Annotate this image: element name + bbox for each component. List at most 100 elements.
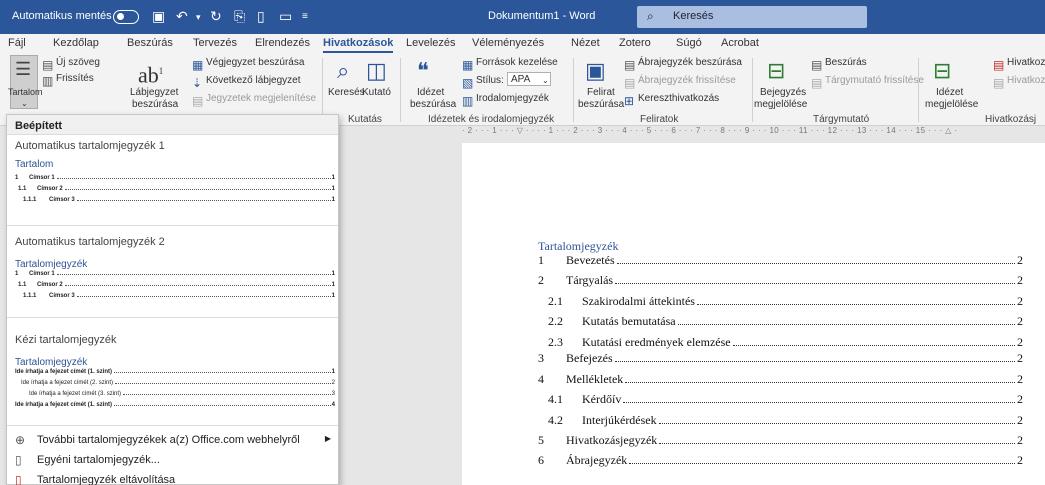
cross-reference-button[interactable]: Kereszthivatkozás bbox=[638, 93, 719, 105]
style-icon: ▧ bbox=[462, 76, 474, 90]
open-folder-icon[interactable]: ▭ bbox=[279, 8, 292, 25]
insert-table-of-authorities-button[interactable]: Hivatkoz bbox=[1007, 57, 1045, 69]
toc-entry[interactable]: 2.3 Kutatási eredmények elemzése 2 bbox=[548, 335, 1023, 350]
tab-view[interactable]: Nézet bbox=[571, 37, 600, 49]
tab-references[interactable]: Hivatkozások bbox=[323, 37, 394, 53]
tab-mailings[interactable]: Levelezés bbox=[406, 37, 456, 49]
researcher-button[interactable]: Kutató bbox=[362, 87, 391, 99]
auto-toc-2-heading: Automatikus tartalomjegyzék 2 bbox=[15, 236, 165, 248]
insert-index-button[interactable]: Beszúrás bbox=[825, 57, 867, 69]
auto-toc-2-preview[interactable]: Tartalomjegyzék 1 Címsor 11 1.1 Címsor 21 … bbox=[15, 259, 335, 341]
undo-icon[interactable]: ↶ bbox=[176, 8, 188, 25]
style-label: Stílus: bbox=[476, 75, 504, 86]
cross-reference-icon: ⊞ bbox=[624, 94, 635, 108]
toc-entry-number: 4 bbox=[538, 372, 544, 386]
toc-entry-text: Szakirodalmi áttekintés bbox=[582, 294, 695, 308]
manage-sources-button[interactable]: Források kezelése bbox=[476, 57, 558, 69]
bibliography-button[interactable]: Irodalomjegyzék bbox=[476, 93, 549, 105]
toc-heading: Tartalomjegyzék bbox=[538, 239, 619, 253]
toc-entry-text: Kutatás bemutatása bbox=[582, 314, 676, 328]
tab-acrobat[interactable]: Acrobat bbox=[721, 37, 759, 49]
remove-toc-item[interactable]: ▯ Tartalomjegyzék eltávolítása bbox=[15, 471, 335, 485]
insert-caption-label[interactable]: Felirat bbox=[587, 87, 615, 99]
format-painter-icon[interactable]: ⎘ bbox=[234, 8, 245, 25]
tab-help[interactable]: Súgó bbox=[676, 37, 702, 49]
manual-toc-preview[interactable]: Tartalomjegyzék Ide írhatja a fejezet cí… bbox=[15, 357, 335, 439]
update-table-of-authorities-button[interactable]: Hivatkoz bbox=[1007, 75, 1045, 87]
toc-entry[interactable]: 5 Hivatkozásjegyzék 2 bbox=[538, 433, 1023, 448]
toc-entry[interactable]: 2.1 Szakirodalmi áttekintés 2 bbox=[548, 294, 1023, 309]
toc-entry[interactable]: 2 Tárgyalás 2 bbox=[538, 273, 1023, 288]
customize-toolbar-icon[interactable]: ≡ bbox=[302, 11, 308, 22]
insert-citation-label[interactable]: Idézet bbox=[417, 87, 444, 99]
tab-file[interactable]: Fájl bbox=[8, 37, 26, 49]
toc-entry[interactable]: 4.2 Interjúkérdések 2 bbox=[548, 413, 1023, 428]
update-text-button[interactable]: Új szöveg bbox=[56, 57, 100, 69]
bibliography-icon: ▥ bbox=[462, 94, 474, 108]
divider bbox=[7, 225, 338, 226]
auto-toc-1-heading: Automatikus tartalomjegyzék 1 bbox=[15, 140, 165, 152]
endnote-button[interactable]: Végjegyzet beszúrása bbox=[206, 57, 304, 69]
custom-toc-item[interactable]: ▯ Egyéni tartalomjegyzék... bbox=[15, 451, 335, 471]
auto-toc-1-title: Tartalom bbox=[15, 159, 54, 170]
toc-entry[interactable]: 6 Ábrajegyzék 2 bbox=[538, 453, 1023, 468]
smart-search-button[interactable]: Keresés bbox=[328, 87, 365, 99]
toc-entry[interactable]: 1 Bevezetés 2 bbox=[538, 253, 1023, 268]
footnote-label[interactable]: Lábjegyzet bbox=[130, 87, 178, 99]
tab-home[interactable]: Kezdőlap bbox=[53, 37, 99, 49]
auto-toc-1-preview[interactable]: Tartalom 1 Címsor 11 1.1 Címsor 21 1.1.1 Cí… bbox=[15, 159, 335, 241]
group-separator bbox=[573, 58, 574, 122]
toc-leader-dots bbox=[677, 324, 1015, 325]
toc-leader-dots bbox=[616, 263, 1015, 264]
search-box[interactable]: ⌕ Keresés bbox=[637, 6, 867, 28]
undo-dropdown-icon[interactable]: ▾ bbox=[196, 12, 201, 23]
autosave-toggle[interactable] bbox=[113, 10, 139, 24]
document-page[interactable]: Tartalomjegyzék 1 Bevezetés 2 2 Tárgyalás 2 2.… bbox=[462, 143, 1045, 485]
insert-table-of-figures-button[interactable]: Ábrajegyzék beszúrása bbox=[638, 57, 742, 69]
tab-zotero[interactable]: Zotero bbox=[619, 37, 651, 49]
update-table-of-figures-button[interactable]: Ábrajegyzék frissítése bbox=[638, 75, 736, 87]
toc-leader-dots bbox=[659, 443, 1015, 444]
redo-icon[interactable]: ↻ bbox=[210, 8, 222, 25]
more-online-tocs-item[interactable]: ⊕ További tartalomjegyzékek a(z) Office.… bbox=[15, 431, 335, 451]
tab-layout[interactable]: Elrendezés bbox=[255, 37, 310, 49]
footnote-label-2[interactable]: beszúrása bbox=[132, 99, 178, 111]
custom-toc-label: Egyéni tartalomjegyzék... bbox=[37, 454, 160, 466]
toc-entry[interactable]: 4.1 Kérdőív 2 bbox=[548, 392, 1023, 407]
preview-entry: 1.1 Címsor 21 bbox=[18, 186, 335, 192]
horizontal-ruler[interactable]: · 2 · · · 1 · · · ▽ · · · · 1 · · · 2 · … bbox=[462, 126, 1045, 136]
toc-entry-text: Hivatkozásjegyzék bbox=[566, 433, 658, 447]
preview-entry: 1.1.1 Címsor 31 bbox=[23, 197, 335, 203]
divider bbox=[7, 425, 338, 426]
mark-citation-label-2[interactable]: megjelölése bbox=[925, 99, 978, 111]
document-icon: ▯ bbox=[15, 453, 22, 467]
tab-review[interactable]: Véleményezés bbox=[472, 37, 544, 49]
toc-entry[interactable]: 4 Mellékletek 2 bbox=[538, 372, 1023, 387]
mark-entry-label-2[interactable]: megjelölése bbox=[754, 99, 807, 111]
mark-citation-label[interactable]: Idézet bbox=[936, 87, 963, 99]
toc-entry-number: 3 bbox=[538, 351, 544, 365]
auto-toc-2-title: Tartalomjegyzék bbox=[15, 259, 88, 270]
show-notes-button[interactable]: Jegyzetek megjelenítése bbox=[206, 93, 316, 105]
insert-citation-label-2[interactable]: beszúrása bbox=[410, 99, 456, 111]
toc-entry[interactable]: 2.2 Kutatás bemutatása 2 bbox=[548, 314, 1023, 329]
next-footnote-button[interactable]: Következő lábjegyzet bbox=[206, 75, 301, 87]
toc-entry-page: 2 bbox=[1017, 433, 1023, 447]
update-index-button[interactable]: Tárgymutató frissítése bbox=[825, 75, 924, 87]
toc-button[interactable]: ☰ Tartalom ⌄ bbox=[8, 55, 43, 109]
mark-citation-icon: ⊟ bbox=[933, 58, 952, 83]
toc-entry-page: 2 bbox=[1017, 253, 1023, 267]
save-icon[interactable]: ▣ bbox=[152, 8, 165, 25]
mark-entry-icon: ⊟ bbox=[767, 58, 786, 83]
refresh-button[interactable]: Frissítés bbox=[56, 73, 94, 85]
tab-design[interactable]: Tervezés bbox=[193, 37, 237, 49]
new-document-icon[interactable]: ▯ bbox=[257, 8, 265, 25]
mark-entry-label[interactable]: Bejegyzés bbox=[760, 87, 806, 99]
tab-insert[interactable]: Beszúrás bbox=[127, 37, 173, 49]
toc-entry[interactable]: 3 Befejezés 2 bbox=[538, 351, 1023, 366]
group-index-label: Tárgymutató bbox=[813, 114, 870, 125]
ribbon-tabs: Fájl Kezdőlap Beszúrás Tervezés Elrendez… bbox=[0, 34, 1045, 54]
autosave-label: Automatikus mentés bbox=[12, 10, 112, 22]
insert-caption-label-2[interactable]: beszúrása bbox=[578, 99, 624, 111]
remove-toc-label: Tartalomjegyzék eltávolítása bbox=[37, 474, 176, 485]
